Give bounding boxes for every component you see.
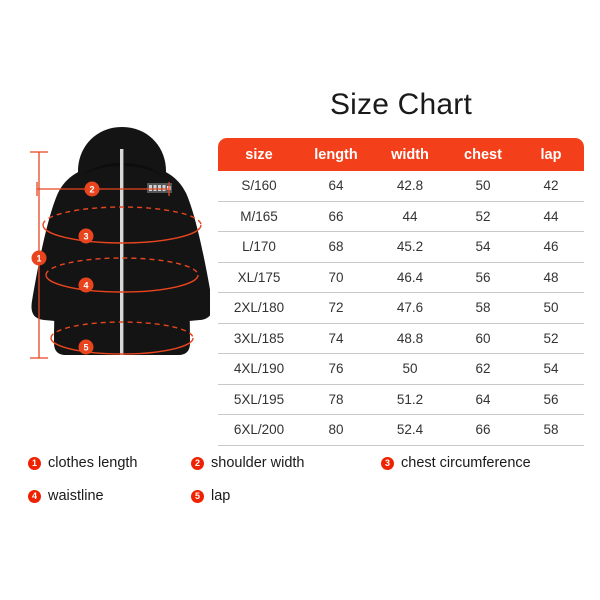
cell-chest: 62 — [448, 353, 518, 385]
cell-chest: 50 — [448, 171, 518, 202]
cell-size: 2XL/180 — [218, 292, 300, 324]
illustration-badge-3: 3 — [78, 228, 94, 244]
cell-chest: 66 — [448, 414, 518, 446]
cell-width: 46.4 — [372, 262, 448, 293]
illustration-badge-1: 1 — [31, 250, 47, 266]
legend-label-1: clothes length — [48, 455, 138, 471]
svg-text:3: 3 — [83, 232, 88, 242]
cell-chest: 64 — [448, 384, 518, 415]
size-table-header: size length width chest lap — [218, 138, 584, 171]
size-chart-page: 1 2 3 4 5 Size Chart size length width c… — [0, 0, 600, 600]
cell-chest: 60 — [448, 323, 518, 354]
legend-row-second: 4 waistline 5 lap — [28, 488, 588, 521]
table-row: 6XL/200 80 52.4 66 58 — [218, 414, 584, 446]
svg-text:2: 2 — [89, 185, 94, 195]
cell-size: 6XL/200 — [218, 414, 300, 446]
legend-badge-icon-2: 2 — [191, 456, 204, 470]
table-row: L/170 68 45.2 54 46 — [218, 231, 584, 263]
jacket-logo-patch — [147, 183, 172, 193]
column-header-chest: chest — [448, 138, 518, 171]
jacket-illustration: 1 2 3 4 5 — [10, 105, 210, 370]
cell-size: S/160 — [218, 171, 300, 202]
cell-chest: 54 — [448, 231, 518, 263]
svg-text:4: 4 — [83, 281, 88, 291]
column-header-size: size — [218, 138, 300, 171]
legend-badge-icon-5: 5 — [191, 489, 204, 503]
table-row: S/160 64 42.8 50 42 — [218, 171, 584, 202]
cell-width: 51.2 — [372, 384, 448, 415]
table-row: 3XL/185 74 48.8 60 52 — [218, 323, 584, 354]
table-row: XL/175 70 46.4 56 48 — [218, 262, 584, 293]
cell-width: 48.8 — [372, 323, 448, 354]
legend-badge-icon-3: 3 — [381, 456, 394, 470]
cell-width: 47.6 — [372, 292, 448, 324]
cell-lap: 44 — [518, 201, 584, 232]
table-row: M/165 66 44 52 44 — [218, 201, 584, 232]
cell-size: 5XL/195 — [218, 384, 300, 415]
page-title: Size Chart — [329, 88, 473, 121]
cell-lap: 42 — [518, 171, 584, 202]
column-header-width: width — [372, 138, 448, 171]
legend-item-shoulder-width: 2 shoulder width — [191, 455, 305, 471]
legend-label-3: chest circumference — [401, 455, 531, 471]
cell-lap: 50 — [518, 292, 584, 324]
cell-lap: 48 — [518, 262, 584, 293]
cell-chest: 52 — [448, 201, 518, 232]
cell-lap: 54 — [518, 353, 584, 385]
svg-text:5: 5 — [83, 343, 88, 353]
legend-item-waistline: 4 waistline — [28, 488, 104, 504]
legend-badge-icon-4: 4 — [28, 489, 41, 503]
cell-size: M/165 — [218, 201, 300, 232]
jacket-zipper — [120, 149, 124, 355]
cell-size: 3XL/185 — [218, 323, 300, 354]
table-header-row: size length width chest lap — [218, 138, 584, 171]
svg-text:1: 1 — [36, 254, 41, 264]
cell-length: 68 — [300, 231, 372, 263]
legend-item-chest-circumference: 3 chest circumference — [381, 455, 531, 471]
legend-item-lap: 5 lap — [191, 488, 230, 504]
legend-label-2: shoulder width — [211, 455, 305, 471]
table-row: 2XL/180 72 47.6 58 50 — [218, 292, 584, 324]
illustration-badge-5: 5 — [78, 339, 94, 355]
cell-width: 44 — [372, 201, 448, 232]
cell-chest: 56 — [448, 262, 518, 293]
cell-width: 50 — [372, 353, 448, 385]
column-header-lap: lap — [518, 138, 584, 171]
table-row: 4XL/190 76 50 62 54 — [218, 353, 584, 385]
cell-length: 66 — [300, 201, 372, 232]
cell-lap: 56 — [518, 384, 584, 415]
legend: 1 clothes length 2 shoulder width 3 ches… — [28, 455, 588, 521]
size-table-container: size length width chest lap S/160 64 42.8 5… — [218, 138, 584, 446]
cell-size: L/170 — [218, 231, 300, 263]
legend-row-first: 1 clothes length 2 shoulder width 3 ches… — [28, 455, 588, 488]
cell-length: 78 — [300, 384, 372, 415]
illustration-badge-4: 4 — [78, 277, 94, 293]
legend-label-5: lap — [211, 488, 231, 504]
legend-label-4: waistline — [48, 488, 104, 504]
cell-length: 64 — [300, 171, 372, 202]
cell-size: XL/175 — [218, 262, 300, 293]
cell-length: 74 — [300, 323, 372, 354]
legend-item-clothes-length: 1 clothes length — [28, 455, 137, 471]
column-header-length: length — [300, 138, 372, 171]
cell-chest: 58 — [448, 292, 518, 324]
illustration-badge-2: 2 — [84, 181, 100, 197]
cell-length: 70 — [300, 262, 372, 293]
cell-length: 76 — [300, 353, 372, 385]
cell-width: 42.8 — [372, 171, 448, 202]
cell-length: 80 — [300, 414, 372, 446]
legend-badge-icon-1: 1 — [28, 456, 41, 470]
size-table-body: S/160 64 42.8 50 42 M/165 66 44 52 44 L/170 68 45.2 5… — [218, 171, 584, 446]
cell-lap: 58 — [518, 414, 584, 446]
cell-lap: 46 — [518, 231, 584, 263]
cell-size: 4XL/190 — [218, 353, 300, 385]
cell-width: 45.2 — [372, 231, 448, 263]
cell-length: 72 — [300, 292, 372, 324]
table-row: 5XL/195 78 51.2 64 56 — [218, 384, 584, 415]
cell-width: 52.4 — [372, 414, 448, 446]
cell-lap: 52 — [518, 323, 584, 354]
size-table: size length width chest lap S/160 64 42.8 5… — [218, 138, 584, 446]
